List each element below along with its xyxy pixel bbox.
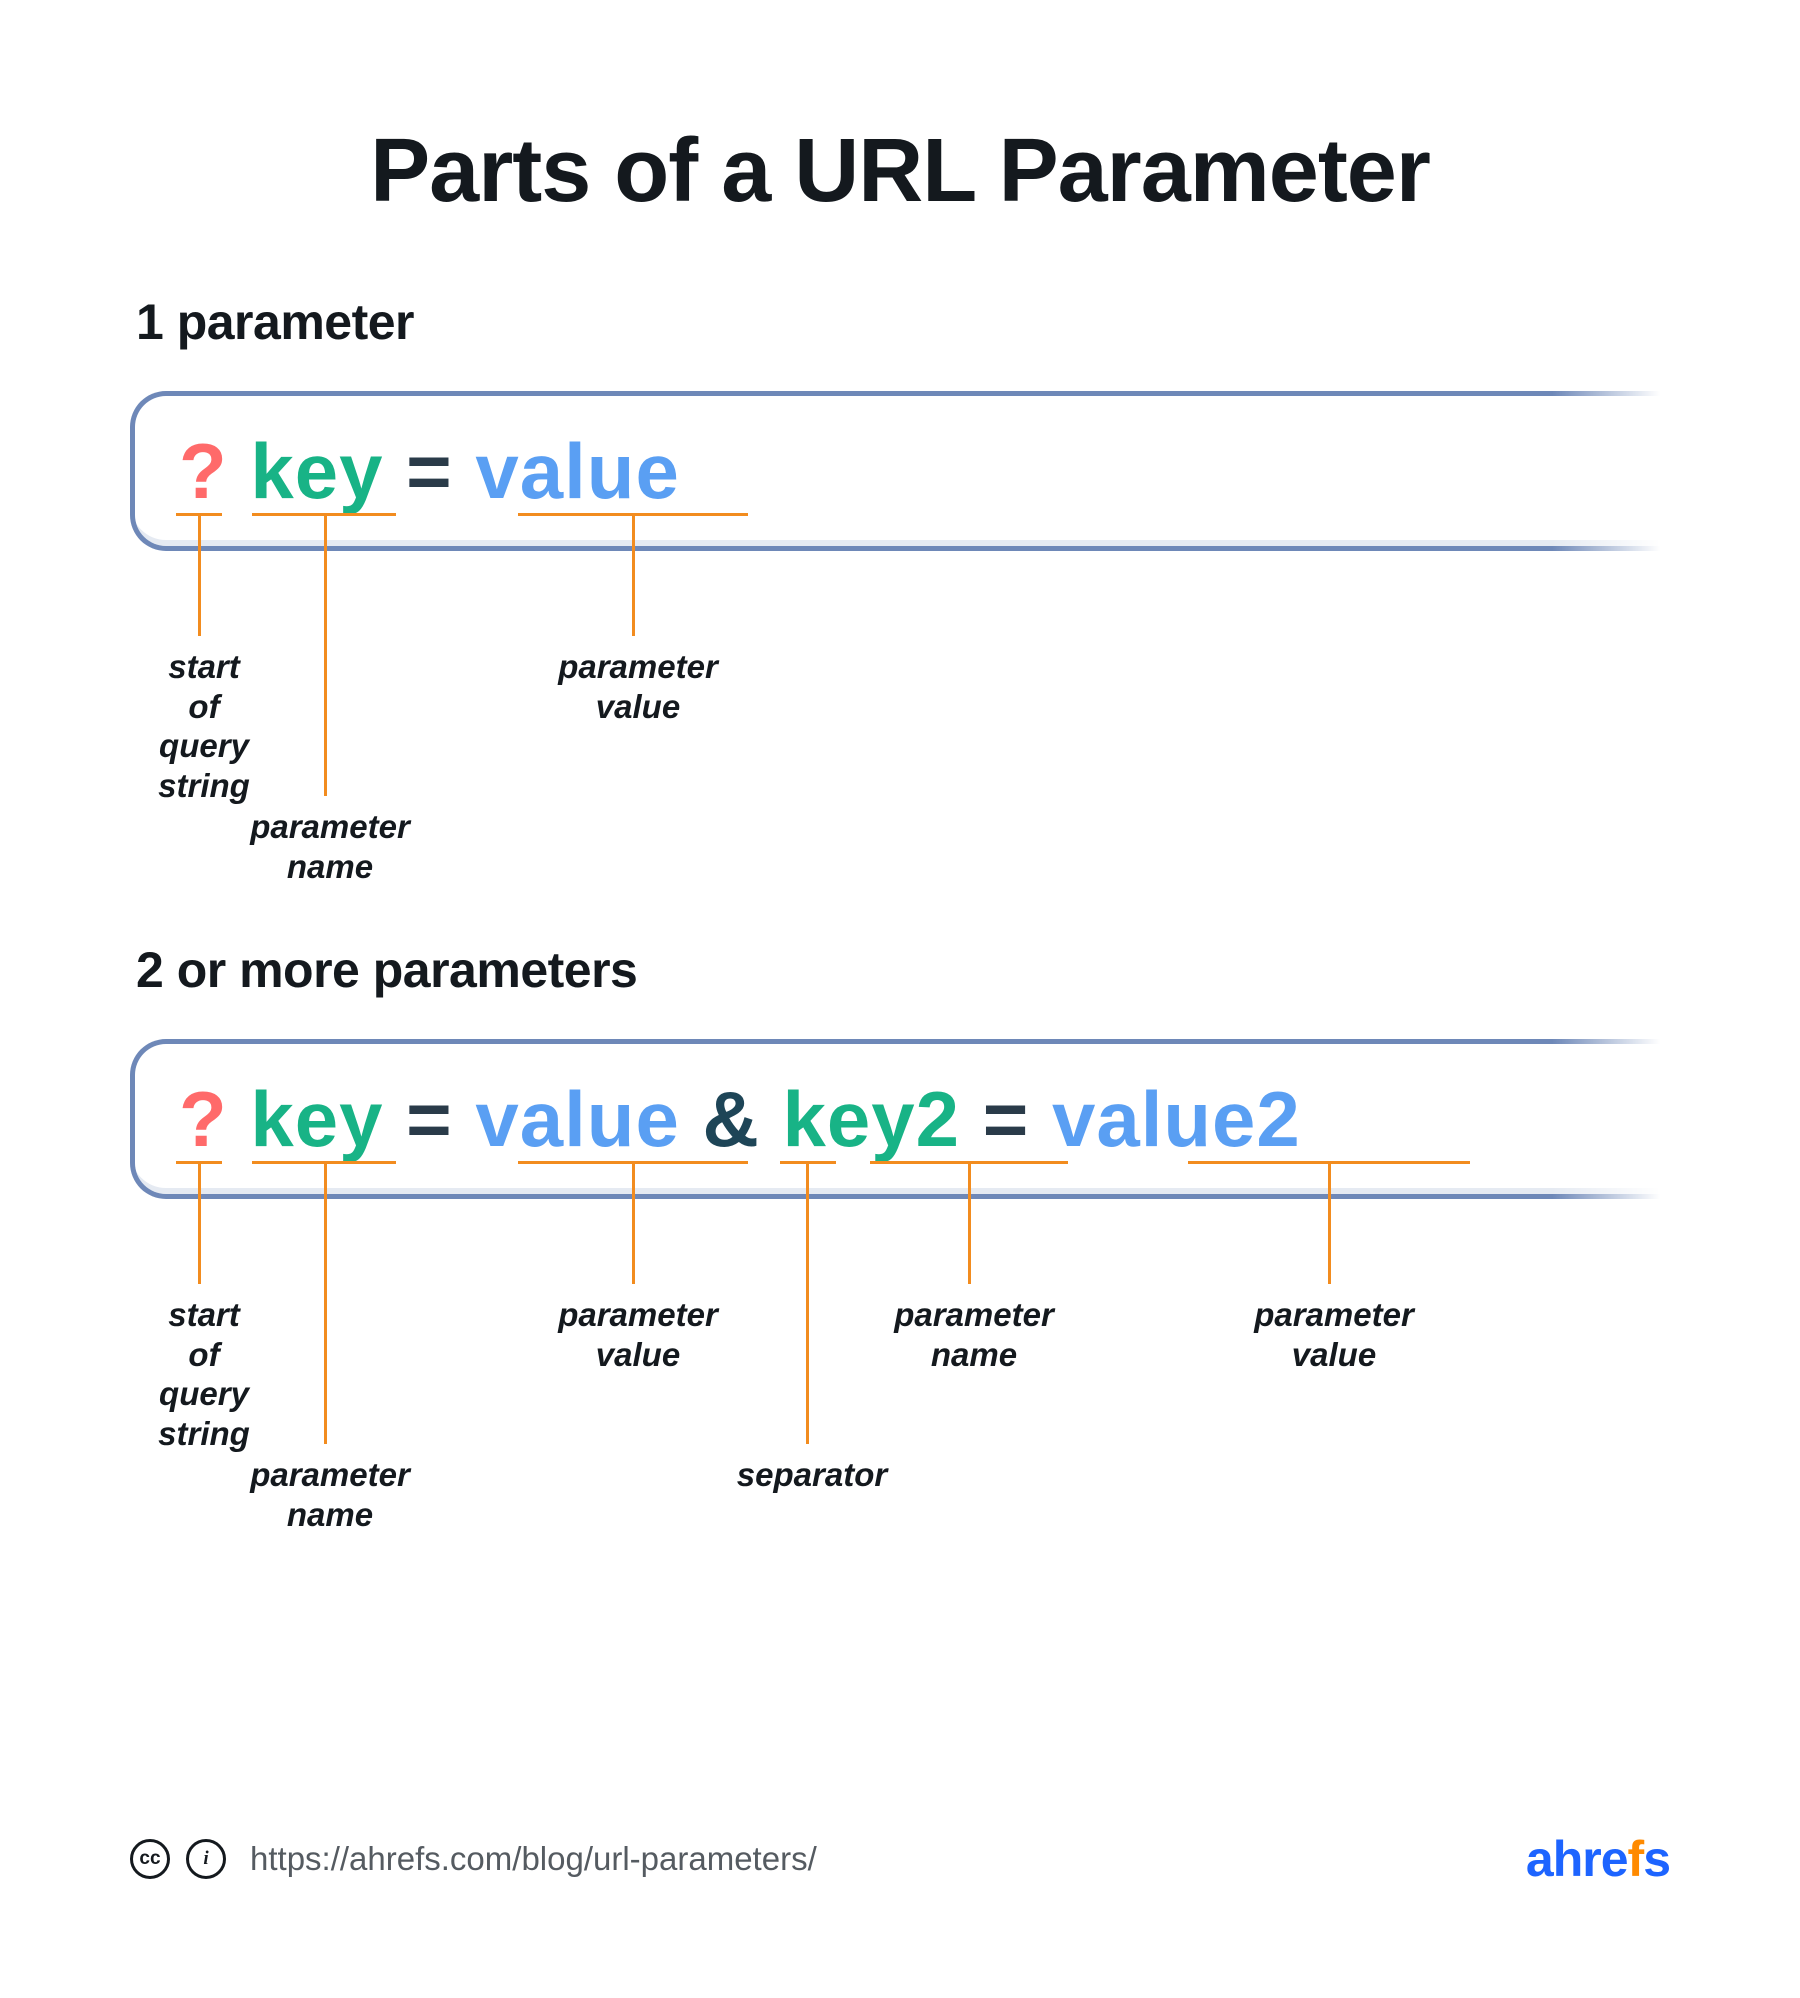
diagram-2: ? key = value & key2 = value2 start of q… [130, 1039, 1670, 1599]
token-qmark: ? [179, 426, 228, 517]
url-bar-2: ? key = value & key2 = value2 [130, 1039, 1670, 1199]
token-value: value [475, 1074, 679, 1165]
token-value2: value2 [1052, 1074, 1301, 1165]
token-qmark: ? [179, 1074, 228, 1165]
space [228, 426, 251, 517]
cc-icon: cc [130, 1839, 170, 1879]
space [760, 1074, 783, 1165]
token-equals2: = [983, 1074, 1030, 1165]
section2-heading: 2 or more parameters [136, 941, 1670, 999]
token-equals: = [406, 1074, 453, 1165]
url-bar-1: ? key = value [130, 391, 1670, 551]
space [228, 1074, 251, 1165]
token-ampersand: & [703, 1074, 760, 1165]
token-equals: = [406, 426, 453, 517]
token-key2: key2 [783, 1074, 961, 1165]
by-icon: i [186, 1839, 226, 1879]
space [1029, 1074, 1052, 1165]
space [453, 426, 476, 517]
diagram-1: ? key = value start of query string para… [130, 391, 1670, 911]
space [383, 1074, 406, 1165]
space [680, 1074, 703, 1165]
section1-heading: 1 parameter [136, 293, 1670, 351]
token-value: value [475, 426, 679, 517]
page-title: Parts of a URL Parameter [130, 120, 1670, 223]
footer: cc i https://ahrefs.com/blog/url-paramet… [130, 1830, 1670, 1888]
token-key: key [250, 426, 383, 517]
source-url: https://ahrefs.com/blog/url-parameters/ [250, 1840, 817, 1878]
ahrefs-logo: ahrefs [1526, 1830, 1670, 1888]
space [960, 1074, 983, 1165]
space [453, 1074, 476, 1165]
space [383, 426, 406, 517]
token-key: key [250, 1074, 383, 1165]
